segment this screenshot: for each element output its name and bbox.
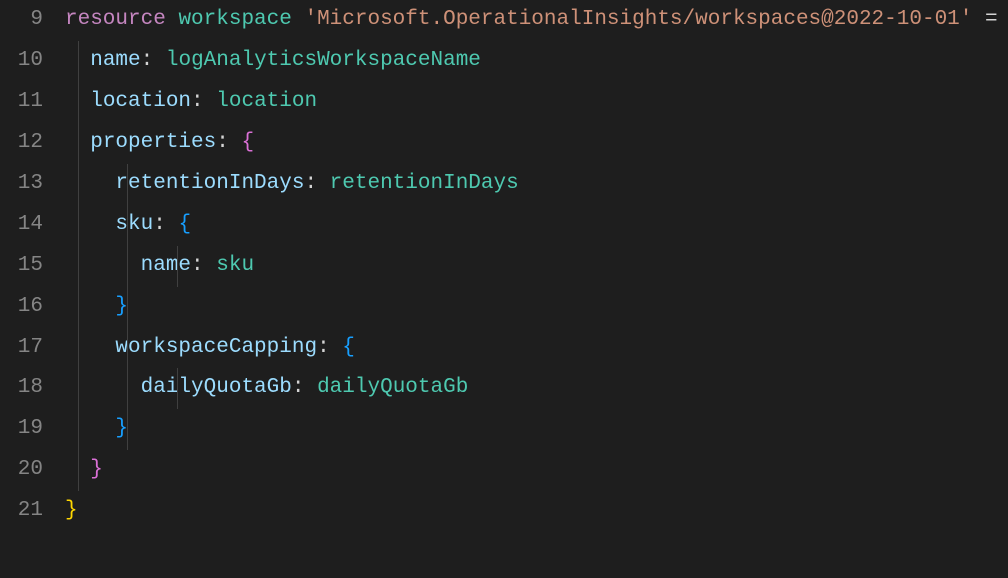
property-location: location [90, 90, 191, 113]
property-retentionInDays: retentionInDays [115, 172, 304, 195]
code-line: location: location [65, 82, 1008, 123]
code-line: } [65, 450, 1008, 491]
value-sku: sku [216, 254, 254, 277]
code-line: name: sku [65, 246, 1008, 287]
brace-open: { [178, 213, 191, 236]
code-editor[interactable]: 9 10 11 12 13 14 15 16 17 18 19 20 21 re… [0, 0, 1008, 578]
brace-open: { [241, 131, 254, 154]
operator-equals: = [972, 8, 1008, 31]
code-line: } [65, 409, 1008, 450]
line-number: 20 [0, 450, 43, 491]
code-line: properties: { [65, 123, 1008, 164]
code-line: } [65, 491, 1008, 532]
keyword-resource: resource [65, 8, 166, 31]
line-number: 11 [0, 82, 43, 123]
code-line: retentionInDays: retentionInDays [65, 164, 1008, 205]
property-dailyQuotaGb: dailyQuotaGb [141, 376, 292, 399]
code-line: workspaceCapping: { [65, 328, 1008, 369]
property-name: name [90, 49, 140, 72]
line-number: 16 [0, 287, 43, 328]
line-number: 9 [0, 0, 43, 41]
code-line: dailyQuotaGb: dailyQuotaGb [65, 368, 1008, 409]
line-number: 10 [0, 41, 43, 82]
brace-close: } [65, 499, 78, 522]
line-number: 17 [0, 328, 43, 369]
value-dailyQuotaGb: dailyQuotaGb [317, 376, 468, 399]
line-number: 21 [0, 491, 43, 532]
line-number: 15 [0, 246, 43, 287]
line-number: 14 [0, 205, 43, 246]
line-number: 18 [0, 368, 43, 409]
line-number: 13 [0, 164, 43, 205]
code-line: name: logAnalyticsWorkspaceName [65, 41, 1008, 82]
value-logAnalyticsWorkspaceName: logAnalyticsWorkspaceName [166, 49, 481, 72]
line-number-gutter: 9 10 11 12 13 14 15 16 17 18 19 20 21 [0, 0, 65, 578]
code-line: } [65, 287, 1008, 328]
line-number: 19 [0, 409, 43, 450]
code-content[interactable]: resource workspace 'Microsoft.Operationa… [65, 0, 1008, 578]
value-location: location [216, 90, 317, 113]
identifier-workspace: workspace [178, 8, 291, 31]
brace-open: { [342, 336, 355, 359]
code-line: resource workspace 'Microsoft.Operationa… [65, 0, 1008, 41]
string-resource-type: 'Microsoft.OperationalInsights/workspace… [304, 8, 972, 31]
property-sku-name: name [141, 254, 191, 277]
line-number: 12 [0, 123, 43, 164]
property-properties: properties [90, 131, 216, 154]
code-line: sku: { [65, 205, 1008, 246]
property-sku: sku [115, 213, 153, 236]
property-workspaceCapping: workspaceCapping [115, 336, 317, 359]
value-retentionInDays: retentionInDays [330, 172, 519, 195]
brace-close: } [90, 458, 103, 481]
